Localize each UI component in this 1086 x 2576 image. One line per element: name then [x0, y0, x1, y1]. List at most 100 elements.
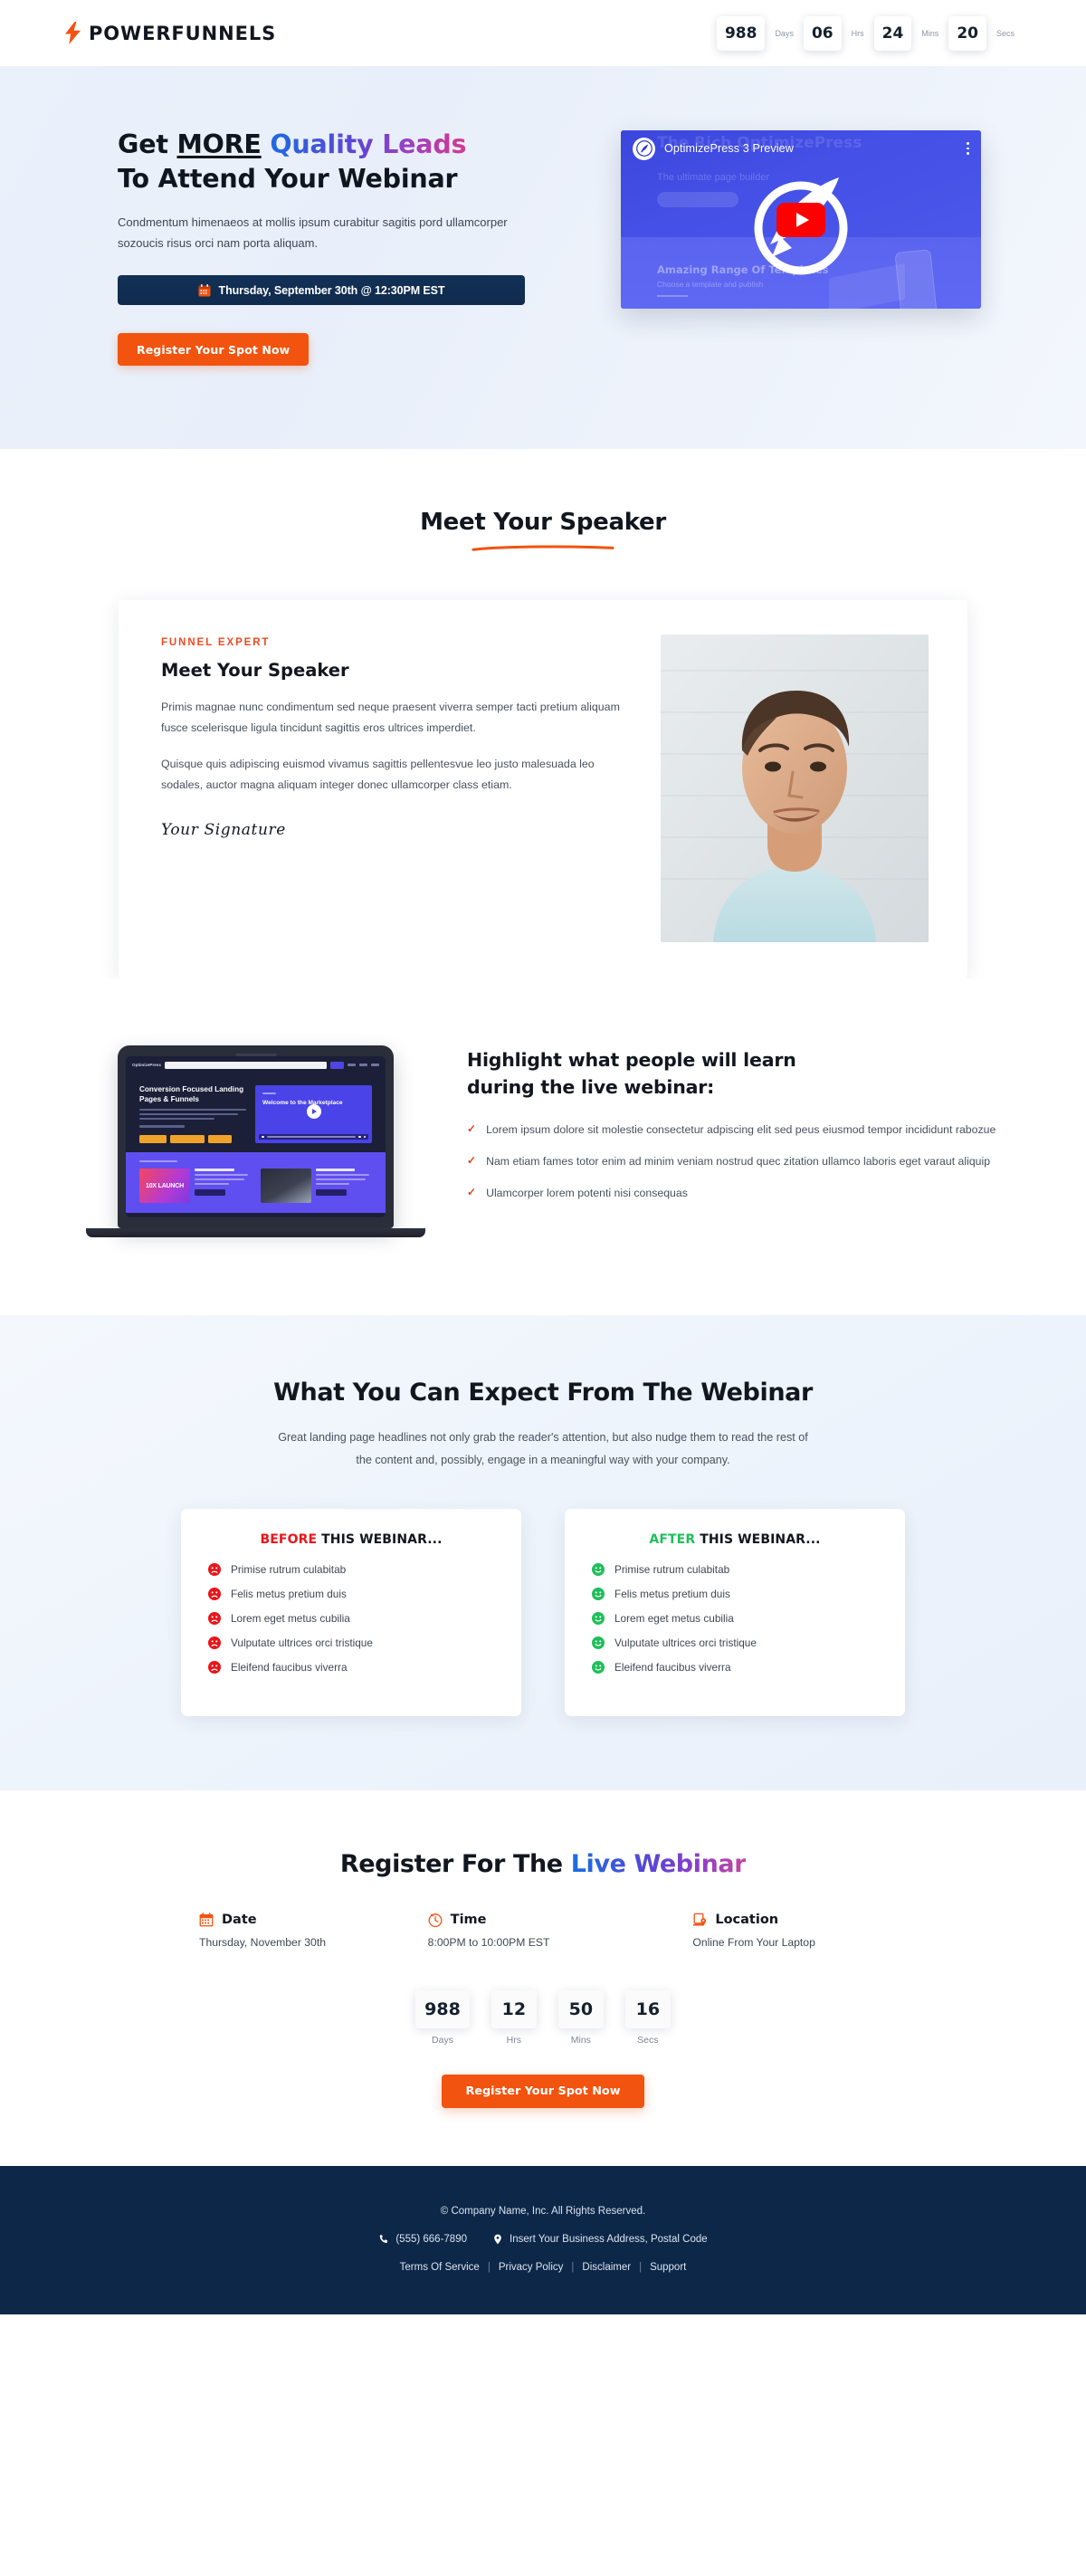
footer-link-support[interactable]: Support	[650, 2262, 686, 2273]
register-title-plain: Register For The	[339, 1850, 571, 1879]
expect-title: What You Can Expect From The Webinar	[273, 1379, 813, 1407]
after-item-text: Lorem eget metus cubilia	[614, 1612, 734, 1626]
list-item: ✓ Ulamcorper lorem potenti nisi consequa…	[467, 1184, 1000, 1204]
learn-bullet-list: ✓ Lorem ipsum dolore sit molestie consec…	[467, 1121, 1000, 1203]
countdown-unit-days: 988 Days	[716, 15, 804, 51]
hero-title-plain: Get	[118, 129, 177, 159]
detail-value-date: Thursday, November 30th	[199, 1936, 326, 1950]
before-heading-rest: THIS WEBINAR...	[317, 1532, 443, 1548]
before-item-text: Lorem eget metus cubilia	[231, 1612, 350, 1626]
after-list: Primise rutrum culabitab Felis metus pre…	[592, 1563, 878, 1674]
learn-bullet-text: Lorem ipsum dolore sit molestie consecte…	[486, 1123, 996, 1137]
video-title: OptimizePress 3 Preview	[664, 142, 794, 155]
before-item-text: Vulputate ultrices orci tristique	[231, 1636, 373, 1650]
register-spot-button[interactable]: Register Your Spot Now	[442, 2075, 644, 2109]
hero-video-preview[interactable]: The Rich OptimizePress The ultimate page…	[621, 130, 981, 309]
learn-bullet-text: Nam etiam fames totor enim ad minim veni…	[486, 1154, 991, 1168]
hero-subtitle: Condmentum himenaeos at mollis ipsum cur…	[118, 215, 508, 250]
youtube-play-icon[interactable]	[776, 202, 825, 237]
list-item: ✓ Nam etiam fames totor enim ad minim ve…	[467, 1152, 1000, 1172]
hero-register-button[interactable]: Register Your Spot Now	[118, 333, 310, 367]
footer-link-disclaimer[interactable]: Disclaimer	[582, 2262, 631, 2273]
happy-face-icon	[592, 1588, 605, 1601]
footer-phone[interactable]: (555) 666-7890	[395, 2234, 467, 2245]
video-ghost-phone	[894, 249, 938, 309]
countdown-value-hrs: 06	[803, 15, 842, 51]
list-item: Primise rutrum culabitab	[208, 1563, 494, 1577]
countdown-value-secs: 16	[624, 1990, 671, 2029]
list-item: ✓ Lorem ipsum dolore sit molestie consec…	[467, 1121, 1000, 1140]
footer-divider: |	[571, 2262, 575, 2274]
after-card-heading: AFTER THIS WEBINAR...	[592, 1532, 878, 1547]
kebab-menu-icon[interactable]	[967, 142, 969, 155]
countdown-days: 988 Days	[415, 1990, 470, 2046]
event-details: Date Thursday, November 30th Time 8:00PM…	[199, 1913, 887, 1949]
brand-logo[interactable]: POWERFUNNELS	[65, 22, 276, 44]
register-title: Register For The Live Webinar	[0, 1850, 1086, 1878]
laptop-location-icon	[693, 1913, 707, 1926]
check-mark-icon: ✓	[467, 1122, 477, 1136]
countdown-value-days: 988	[415, 1990, 470, 2029]
compare-row: BEFORE THIS WEBINAR... Primise rutrum cu…	[181, 1509, 905, 1717]
landing-page-root: POWERFUNNELS 988 Days 06 Hrs 24 Mins 20 …	[0, 0, 1086, 2315]
brand-name: POWERFUNNELS	[89, 22, 277, 44]
footer-link-privacy[interactable]: Privacy Policy	[499, 2262, 564, 2273]
after-item-text: Vulputate ultrices orci tristique	[614, 1636, 757, 1650]
before-item-text: Primise rutrum culabitab	[231, 1563, 347, 1577]
list-item: Felis metus pretium duis	[208, 1588, 494, 1601]
after-item-text: Eleifend faucibus viverra	[614, 1661, 731, 1674]
countdown-label-hrs: Hrs	[851, 28, 864, 38]
countdown-value-secs: 20	[948, 15, 986, 51]
heading-underline-stroke	[472, 545, 614, 551]
detail-location: Location Online From Your Laptop	[622, 1913, 887, 1949]
countdown-value-hrs: 12	[491, 1990, 537, 2029]
before-item-text: Felis metus pretium duis	[231, 1588, 347, 1601]
mockup-video: Welcome to the Marketplace	[255, 1085, 372, 1143]
countdown-label-secs: Secs	[996, 28, 1015, 38]
countdown-value-mins: 50	[557, 1990, 604, 2029]
learn-title-line1: Highlight what people will learn	[467, 1049, 796, 1072]
mockup-card1-badge: 10X LAUNCH	[139, 1169, 190, 1204]
speaker-paragraph-2: Quisque quis adipiscing euismod vivamus …	[161, 757, 595, 791]
countdown-secs: 16 Secs	[624, 1990, 671, 2046]
register-title-gradient: Live Webinar	[570, 1850, 747, 1879]
countdown-mins: 50 Mins	[557, 1990, 604, 2046]
after-item-text: Primise rutrum culabitab	[614, 1563, 730, 1577]
countdown-label-mins: Mins	[921, 28, 939, 38]
detail-date: Date Thursday, November 30th	[199, 1913, 394, 1949]
video-ghost-button	[657, 192, 738, 207]
countdown-label-days: Days	[775, 28, 794, 38]
footer-contact: (555) 666-7890 Insert Your Business Addr…	[0, 2234, 1086, 2245]
hero-section: Get MORE Quality Leads To Attend Your We…	[0, 66, 1086, 450]
list-item: Felis metus pretium duis	[592, 1588, 878, 1601]
learn-bullet-text: Ulamcorper lorem potenti nisi consequas	[486, 1186, 688, 1199]
before-card-heading: BEFORE THIS WEBINAR...	[208, 1532, 494, 1547]
countdown-value-days: 988	[716, 15, 766, 51]
speaker-section: Meet Your Speaker FUNNEL EXPERT Meet You…	[0, 449, 1086, 979]
header-countdown: 988 Days 06 Hrs 24 Mins 20 Secs	[716, 15, 1024, 51]
countdown-label-days: Days	[432, 2035, 453, 2046]
happy-face-icon	[592, 1563, 605, 1577]
video-ghost-rule	[657, 295, 688, 297]
countdown-unit-hrs: 06 Hrs	[803, 15, 874, 51]
register-section: Register For The Live Webinar Date Thurs…	[0, 1790, 1086, 2167]
after-accent-word: AFTER	[649, 1532, 696, 1548]
learn-section: OptimizePress Conversion Focused Landing…	[0, 978, 1086, 1316]
clock-icon	[428, 1913, 443, 1928]
countdown-label-secs: Secs	[637, 2035, 659, 2046]
speaker-section-heading: Meet Your Speaker	[420, 509, 666, 537]
footer-copyright: © Company Name, Inc. All Rights Reserved…	[440, 2206, 646, 2218]
countdown-label-hrs: Hrs	[506, 2035, 521, 2046]
mockup-search-button	[330, 1061, 344, 1069]
footer-divider: |	[487, 2262, 491, 2274]
footer-link-terms[interactable]: Terms Of Service	[400, 2262, 480, 2273]
detail-value-location: Online From Your Laptop	[692, 1936, 815, 1950]
mockup-nav	[348, 1064, 379, 1067]
expect-subtitle: Great landing page headlines not only gr…	[278, 1431, 808, 1466]
calendar-icon	[199, 1913, 214, 1927]
countdown-unit-mins: 24 Mins	[873, 15, 949, 51]
footer-divider: |	[639, 2262, 643, 2274]
footer-address: Insert Your Business Address, Postal Cod…	[510, 2234, 708, 2246]
list-item: Lorem eget metus cubilia	[208, 1612, 494, 1626]
hero-copy: Get MORE Quality Leads To Attend Your We…	[63, 119, 543, 367]
